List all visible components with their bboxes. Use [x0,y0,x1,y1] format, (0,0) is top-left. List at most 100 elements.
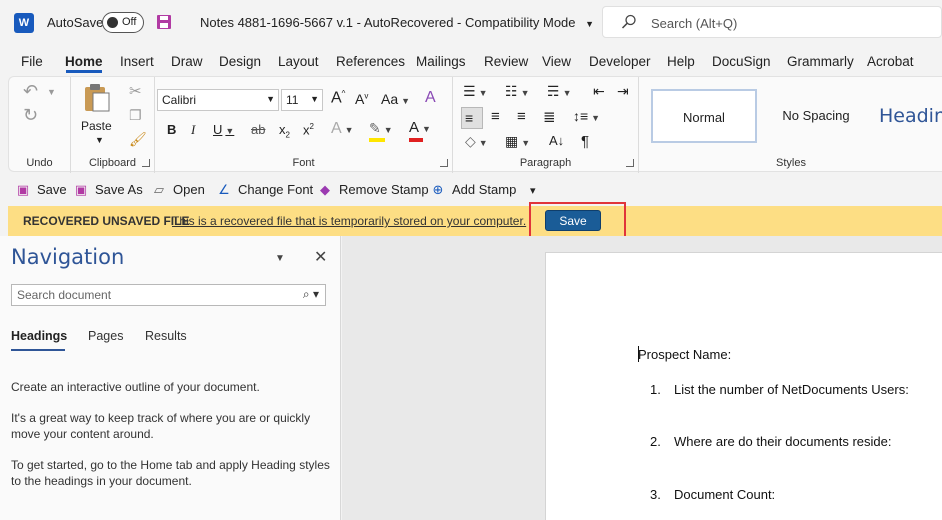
clipboard-group: Paste ▼ ✂ ❐ 🖌 Clipboard [71,77,155,173]
document-title[interactable]: Notes 4881-1696-5667 v.1 - AutoRecovered… [200,15,594,30]
chevron-down-icon: ▼ [585,19,595,29]
align-right-icon[interactable]: ≡ [517,108,526,125]
align-center-icon[interactable]: ≡ [491,108,500,125]
menu-design[interactable]: Design [219,54,261,69]
pilcrow-icon[interactable]: ¶ [581,133,589,150]
increase-indent-icon[interactable]: ⇥ [617,83,629,100]
doc-line-documents[interactable]: Where are do their documents reside: [674,434,892,449]
clear-formatting-icon[interactable]: A [425,89,436,107]
menu-developer[interactable]: Developer [589,54,651,69]
undo-icon[interactable]: ↶ [23,81,38,102]
search-box[interactable]: Search (Alt+Q) [602,6,942,38]
font-launcher-icon[interactable] [440,159,448,167]
tab-headings[interactable]: Headings [11,329,67,343]
qat-save-button[interactable]: ▣ Save [15,182,67,198]
menu-file[interactable]: File [21,54,43,69]
menu-references[interactable]: References [336,54,405,69]
font-color-icon[interactable]: A ▼ [409,119,431,142]
qat-save-as-button[interactable]: ▣ Save As [73,182,143,198]
doc-line-users[interactable]: List the number of NetDocuments Users: [674,382,909,397]
multilevel-list-icon[interactable]: ☴ ▼ [547,83,571,100]
font-size-combo[interactable]: 11 ▼ [281,89,323,111]
italic-icon[interactable]: I [191,122,195,138]
font-color-swatch [409,138,423,142]
menu-review[interactable]: Review [484,54,528,69]
style-normal[interactable]: Normal [651,89,757,143]
subscript-icon[interactable]: x2 [279,122,290,140]
bold-icon[interactable]: B [167,122,176,137]
styles-group: Normal No Spacing Heading Styles [639,77,942,173]
shading-icon[interactable]: ◇ ▼ [465,133,488,150]
numbering-icon[interactable]: ☷ ▼ [505,83,529,100]
list-number: 3. [650,487,661,502]
eraser-icon: ◆ [320,182,330,197]
highlight-color-swatch [369,138,385,142]
menu-docusign[interactable]: DocuSign [712,54,771,69]
doc-line-prospect[interactable]: Prospect Name: [638,347,731,362]
tab-pages[interactable]: Pages [88,329,123,343]
qat-change-font-button[interactable]: ∠ Change Font [216,182,313,198]
qat-remove-stamp-button[interactable]: ◆ Remove Stamp [317,182,429,198]
nav-help-text-2: It's a great way to keep track of where … [11,411,311,441]
search-document-input[interactable]: Search document ⌕ ▾ [11,284,326,306]
paragraph-group-label: Paragraph [519,157,572,169]
save-icon[interactable] [156,14,172,30]
pane-options-icon[interactable]: ▼ [275,253,285,264]
superscript-icon[interactable]: x2 [303,122,314,137]
recovered-title: RECOVERED UNSAVED FILE [23,214,190,228]
paste-dropdown-icon[interactable]: ▼ [95,135,104,145]
doc-line-count[interactable]: Document Count: [674,487,775,502]
autosave-state: Off [122,16,137,28]
close-icon[interactable]: ✕ [314,247,327,267]
paste-icon[interactable] [83,83,111,113]
grow-font-icon[interactable]: A^ [331,89,345,107]
underline-icon[interactable]: U ▼ [213,122,234,137]
tab-results[interactable]: Results [145,329,187,343]
strikethrough-icon[interactable]: ab [251,122,265,137]
highlight-color-icon[interactable]: ✎ ▼ [369,120,393,142]
align-left-icon: ≡ [465,110,474,126]
undo-dropdown-icon[interactable]: ▼ [47,87,56,97]
autosave-toggle[interactable]: Off [102,12,144,33]
menu-home[interactable]: Home [65,54,103,69]
cut-icon[interactable]: ✂ [129,82,142,100]
search-icon[interactable]: ⌕ ▾ [303,287,319,302]
change-case-icon[interactable]: Aa ▼ [381,91,410,107]
redo-icon[interactable]: ↻ [23,105,38,126]
font-name-combo[interactable]: Calibri ▼ [157,89,279,111]
document-page[interactable]: Prospect Name: 1. List the number of Net… [545,252,942,520]
qat-customize-icon[interactable]: ▾ [530,184,536,197]
style-no-spacing[interactable]: No Spacing [763,89,869,143]
list-number: 2. [650,434,661,449]
bullets-icon[interactable]: ☰ ▼ [463,83,487,100]
qat-open-button[interactable]: ▱ Open [151,182,205,198]
tab-underline [11,349,65,351]
menu-layout[interactable]: Layout [278,54,319,69]
menu-help[interactable]: Help [667,54,695,69]
decrease-indent-icon[interactable]: ⇤ [593,83,605,100]
text-effects-icon[interactable]: A ▼ [331,120,354,138]
menu-draw[interactable]: Draw [171,54,203,69]
line-spacing-icon[interactable]: ↕≡ ▼ [573,108,600,124]
clipboard-launcher-icon[interactable] [142,159,150,167]
justify-icon[interactable]: ≣ [543,108,556,126]
qat-add-stamp-button[interactable]: ⊕ Add Stamp [430,182,517,198]
align-left-button[interactable]: ≡ [461,107,483,129]
menu-mailings[interactable]: Mailings [416,54,466,69]
menu-acrobat[interactable]: Acrobat [867,54,914,69]
recovered-message-link[interactable]: This is a recovered file that is tempora… [172,214,526,228]
sort-icon[interactable]: A↓ [549,133,564,148]
format-painter-icon[interactable]: 🖌 [129,131,147,148]
shrink-font-icon[interactable]: Av [355,91,368,107]
menu-view[interactable]: View [542,54,571,69]
paste-label[interactable]: Paste [81,119,112,133]
paragraph-launcher-icon[interactable] [626,159,634,167]
style-heading[interactable]: Heading [873,89,942,143]
change-font-icon: ∠ [218,182,230,197]
menu-grammarly[interactable]: Grammarly [787,54,854,69]
copy-icon[interactable]: ❐ [129,107,142,124]
borders-icon[interactable]: ▦ ▼ [505,133,530,150]
save-as-icon: ▣ [74,182,88,197]
menu-insert[interactable]: Insert [120,54,154,69]
active-tab-indicator [66,70,102,73]
